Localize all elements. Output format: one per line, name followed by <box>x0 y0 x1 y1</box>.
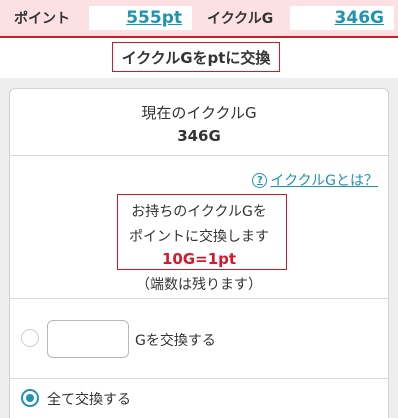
what-is-ikukuru-link[interactable]: ? イククルGとは？ <box>252 170 378 190</box>
ikukuru-value-link[interactable]: 346G <box>335 8 384 28</box>
ikukuru-label: イククルG <box>207 11 274 27</box>
custom-amount-option[interactable]: Gを交換する <box>10 299 388 379</box>
points-value-link[interactable]: 555pt <box>126 8 182 28</box>
current-balance-section: 現在のイククルG 346G <box>10 89 388 156</box>
exchange-card: 現在のイククルG 346G ? イククルGとは？ お持ちのイククルGを ポイント… <box>9 88 389 418</box>
help-link-text: イククルGとは？ <box>270 173 378 189</box>
info-line-1: お持ちのイククルGを <box>131 204 267 220</box>
question-circle-icon: ? <box>252 172 268 188</box>
amount-suffix-label: Gを交換する <box>135 333 216 349</box>
balance-bar: ポイント 555pt イククルG 346G <box>0 0 398 36</box>
points-label: ポイント <box>14 11 70 27</box>
title-strip: イククルGをptに交換 <box>0 36 398 78</box>
current-balance-label: 現在のイククルG <box>141 104 257 122</box>
custom-amount-radio[interactable] <box>21 329 39 347</box>
points-value-box: 555pt <box>89 6 192 30</box>
exchange-all-radio[interactable] <box>21 389 39 407</box>
current-balance-value: 346G <box>177 127 221 145</box>
exchange-rate: 10G=1pt <box>161 250 237 268</box>
ikukuru-value-box: 346G <box>290 6 394 30</box>
amount-input[interactable] <box>47 320 129 358</box>
exchange-all-option[interactable]: 全て交換する <box>10 379 388 418</box>
page-title: イククルGをptに交換 <box>112 42 280 72</box>
radio-selected-dot <box>26 394 34 402</box>
exchange-all-label: 全て交換する <box>47 392 131 408</box>
exchange-info-section: ? イククルGとは？ お持ちのイククルGを ポイントに交換します 10G=1pt… <box>10 156 388 299</box>
info-line-2: ポイントに交換します <box>129 229 269 245</box>
remainder-note: （端数は残ります） <box>136 277 262 293</box>
